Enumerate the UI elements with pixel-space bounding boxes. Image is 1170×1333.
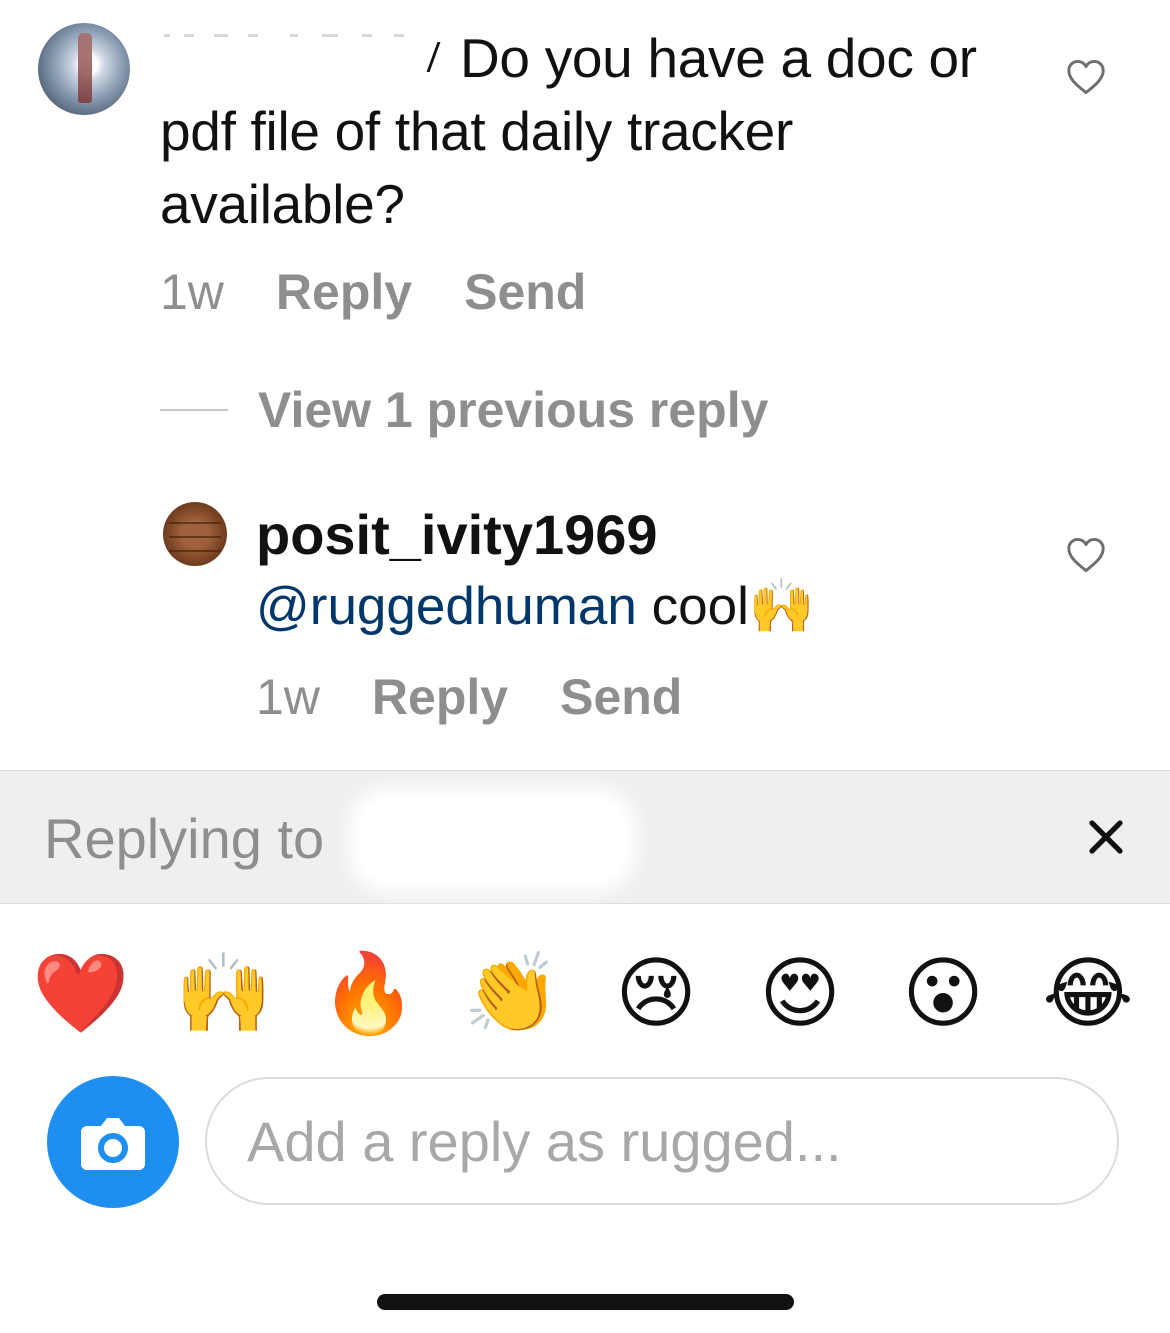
reply-button[interactable]: Reply xyxy=(276,262,412,322)
send-reply-button[interactable]: Send xyxy=(560,667,682,727)
emoji-surprised-face[interactable]: 😮 xyxy=(895,945,991,1041)
replying-to-bar: Replying to xyxy=(0,770,1170,904)
emoji-quick-bar: ❤️ 🙌 🔥 👏 😢 😍 😮 😂 xyxy=(0,945,1170,1045)
reply-timestamp: 1w xyxy=(256,669,320,725)
camera-button[interactable] xyxy=(47,1076,179,1208)
emoji-raising-hands[interactable]: 🙌 xyxy=(175,945,272,1041)
redaction-speck xyxy=(362,34,372,37)
home-indicator[interactable] xyxy=(377,1294,794,1310)
reply-input[interactable] xyxy=(205,1077,1119,1205)
redaction-speck xyxy=(248,34,258,37)
camera-icon xyxy=(81,1118,145,1170)
reply-message: cool🙌 xyxy=(636,577,815,636)
mention-link[interactable]: @ruggedhuman xyxy=(256,577,637,636)
reply-meta: 1w Reply Send xyxy=(256,667,682,727)
avatar-photo-detail xyxy=(169,536,221,538)
like-comment-heart-icon[interactable] xyxy=(1066,59,1106,95)
view-previous-replies[interactable]: View 1 previous reply xyxy=(160,380,768,440)
like-reply-heart-icon[interactable] xyxy=(1066,537,1106,573)
emoji-crying-face[interactable]: 😢 xyxy=(608,945,704,1041)
redacted-username-mask xyxy=(162,30,452,80)
emoji-clapping-hands[interactable]: 👏 xyxy=(463,945,560,1041)
thread-line xyxy=(160,409,228,411)
reply-to-reply-button[interactable]: Reply xyxy=(372,667,508,727)
emoji-heart-eyes[interactable]: 😍 xyxy=(752,945,848,1041)
emoji-fire[interactable]: 🔥 xyxy=(320,945,417,1041)
avatar-photo-detail xyxy=(169,522,221,524)
redacted-reply-target xyxy=(360,799,625,881)
reply-avatar[interactable] xyxy=(163,502,227,566)
redaction-edge xyxy=(426,42,441,72)
redaction-speck xyxy=(214,34,228,37)
avatar-photo-detail xyxy=(169,550,221,552)
redaction-speck xyxy=(164,34,170,37)
redaction-speck xyxy=(184,34,194,37)
redaction-speck xyxy=(290,34,298,37)
view-replies-label: View 1 previous reply xyxy=(258,382,769,438)
comment-meta: 1w Reply Send xyxy=(160,262,586,322)
reply-username[interactable]: posit_ivity1969 xyxy=(256,503,658,567)
commenter-avatar[interactable] xyxy=(38,23,130,115)
replying-to-label: Replying to xyxy=(44,807,325,870)
emoji-tears-of-joy[interactable]: 😂 xyxy=(1040,945,1136,1041)
avatar-photo-detail xyxy=(78,33,92,103)
emoji-red-heart[interactable]: ❤️ xyxy=(32,945,129,1041)
redaction-speck xyxy=(322,34,338,37)
send-button[interactable]: Send xyxy=(464,262,586,322)
redaction-speck xyxy=(394,34,404,37)
reply-text: @ruggedhuman cool🙌 xyxy=(256,575,815,639)
close-icon[interactable] xyxy=(1086,817,1126,857)
comment-timestamp: 1w xyxy=(160,264,224,320)
